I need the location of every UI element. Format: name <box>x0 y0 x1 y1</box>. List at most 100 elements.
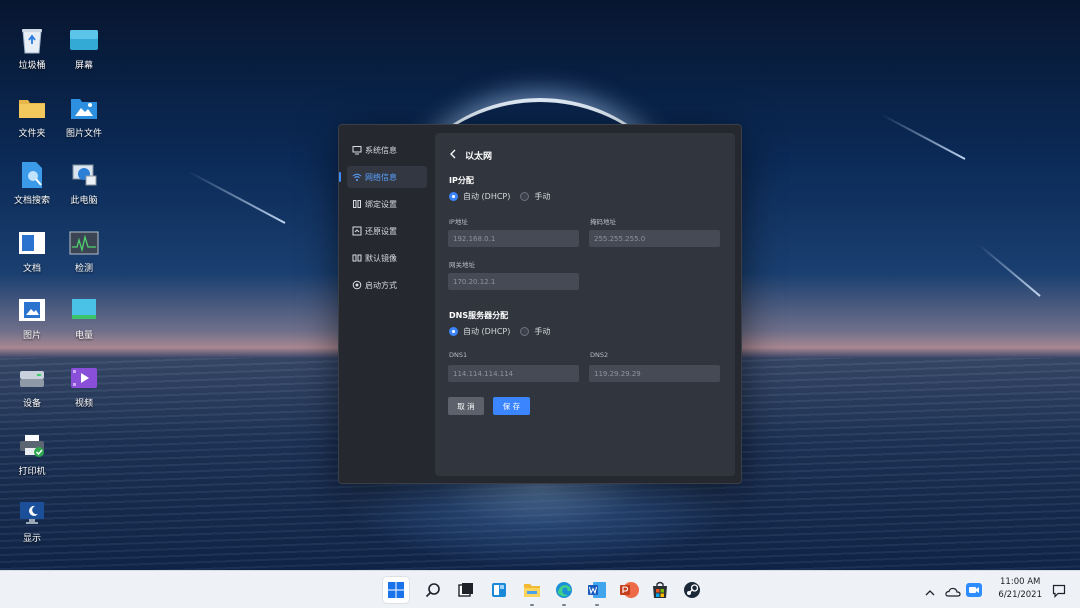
sidebar-item-label: 网络信息 <box>365 172 397 182</box>
desktop-icon-screen[interactable]: 屏幕 <box>54 26 114 71</box>
store-button[interactable] <box>647 577 673 603</box>
desktop-icon-label: 视频 <box>74 399 93 409</box>
sidebar-item-network-info[interactable]: 网络信息 <box>339 166 427 188</box>
desktop-icon-label: 文档搜索 <box>13 196 50 206</box>
powerpoint-icon <box>620 582 639 598</box>
radio-unchecked-indicator <box>520 327 530 336</box>
chevron-up-icon[interactable] <box>924 583 936 602</box>
wifi-icon <box>352 173 362 181</box>
cancel-button[interactable]: 取 消 <box>448 397 484 415</box>
desktop-icon-printer[interactable]: 打印机 <box>2 432 62 477</box>
ip-assignment-radio-group: 自动 (DHCP) 手动 <box>449 191 560 202</box>
clock[interactable]: 11:00 AM 6/21/2021 <box>998 576 1042 602</box>
picture-icon <box>17 296 47 324</box>
sidebar-item-label: 默认镜像 <box>365 253 397 263</box>
back-icon[interactable] <box>449 149 463 162</box>
gateway-address-label: 网关地址 <box>449 261 475 269</box>
desktop-icon-label: 显示 <box>22 534 41 544</box>
save-button[interactable]: 保 存 <box>493 397 530 415</box>
steam-icon <box>684 582 700 598</box>
running-indicator <box>530 604 534 606</box>
dns2-input[interactable] <box>589 365 720 382</box>
start-icon <box>388 582 404 598</box>
desktop-icon-picture-folder[interactable]: 图片文件 <box>54 94 114 139</box>
ip-address-label: IP地址 <box>449 218 468 226</box>
monitor-check-icon <box>69 229 99 257</box>
desktop-icon-recycle-bin[interactable]: 垃圾桶 <box>2 26 62 71</box>
this-pc-icon <box>69 161 99 189</box>
word-button[interactable] <box>584 577 610 606</box>
light-streak <box>187 170 286 224</box>
dns-assignment-radio-group: 自动 (DHCP) 手动 <box>449 326 560 337</box>
panel-header: 以太网 <box>449 147 492 163</box>
notification-icon[interactable] <box>1052 583 1066 602</box>
battery-icon <box>69 296 99 324</box>
desktop-icon-monitor-check[interactable]: 检测 <box>54 229 114 274</box>
radio-label: 手动 <box>534 192 551 201</box>
radio-label: 自动 (DHCP) <box>463 192 511 201</box>
ip-section-title: IP分配 <box>449 176 474 185</box>
steam-button[interactable] <box>679 577 705 603</box>
widgets-button[interactable] <box>486 577 512 603</box>
powerpoint-button[interactable] <box>616 577 642 603</box>
dns-manual-radio[interactable]: 手动 <box>520 326 550 337</box>
ip-auto-dhcp-radio[interactable]: 自动 (DHCP) <box>449 191 510 202</box>
clock-date: 6/21/2021 <box>998 590 1042 600</box>
sidebar-item-default-image[interactable]: 默认镜像 <box>347 247 427 269</box>
folder-icon <box>17 94 47 122</box>
onedrive-icon[interactable] <box>945 583 961 602</box>
sidebar-item-label: 系统信息 <box>365 145 397 155</box>
network-settings-window: 系统信息 网络信息 绑定设置 还原设置 默认镜像 启动方式 以太网 IP分配 自… <box>338 124 742 484</box>
desktop-icon-label: 垃圾桶 <box>18 61 46 71</box>
desktop-icon-device[interactable]: 设备 <box>2 364 62 409</box>
desktop-icon-label: 图片 <box>22 331 41 341</box>
dns1-input[interactable] <box>448 365 579 382</box>
desktop-icon-label: 设备 <box>22 399 41 409</box>
sidebar-item-restore-settings[interactable]: 还原设置 <box>347 220 427 242</box>
desktop-icon-display[interactable]: 显示 <box>2 499 62 544</box>
ip-manual-radio[interactable]: 手动 <box>520 191 550 202</box>
gateway-address-input[interactable] <box>448 273 579 290</box>
desktop-icon-video[interactable]: 视频 <box>54 364 114 409</box>
file-explorer-icon <box>524 584 540 597</box>
restore-icon <box>352 226 362 236</box>
page-title: 以太网 <box>465 151 493 162</box>
widgets-icon <box>492 583 506 597</box>
sidebar-item-system-info[interactable]: 系统信息 <box>347 139 427 161</box>
desktop-icon-this-pc[interactable]: 此电脑 <box>54 161 114 206</box>
radio-label: 手动 <box>534 327 551 336</box>
task-view-icon <box>458 583 473 597</box>
desktop-icon-folder[interactable]: 文件夹 <box>2 94 62 139</box>
desktop-icon-label: 此电脑 <box>70 196 98 206</box>
device-icon <box>17 364 47 392</box>
desktop-icon-picture[interactable]: 图片 <box>2 296 62 341</box>
image-icon <box>352 254 362 262</box>
desktop-icon-battery[interactable]: 电量 <box>54 296 114 341</box>
desktop-icon-label: 文档 <box>22 264 41 274</box>
dns1-label: DNS1 <box>449 351 468 359</box>
file-explorer-button[interactable] <box>519 577 545 606</box>
settings-sidebar: 系统信息 网络信息 绑定设置 还原设置 默认镜像 启动方式 <box>339 139 427 301</box>
clock-time: 11:00 AM <box>1000 577 1041 587</box>
task-view-button[interactable] <box>453 577 479 603</box>
dns2-label: DNS2 <box>590 351 609 359</box>
zoom-meeting-icon[interactable] <box>966 582 982 601</box>
start-button[interactable] <box>383 577 409 603</box>
recycle-bin-icon <box>17 26 47 54</box>
search-button[interactable] <box>420 577 446 603</box>
sidebar-item-boot-mode[interactable]: 启动方式 <box>347 274 427 296</box>
desktop-icon-document[interactable]: 文档 <box>2 229 62 274</box>
sidebar-item-label: 还原设置 <box>365 226 397 236</box>
sidebar-item-bind-settings[interactable]: 绑定设置 <box>347 193 427 215</box>
running-indicator <box>595 604 599 606</box>
desktop-icon-label: 文件夹 <box>18 129 46 139</box>
subnet-mask-input[interactable] <box>589 230 720 247</box>
document-icon <box>17 229 47 257</box>
desktop-icon-document-search[interactable]: 文档搜索 <box>2 161 62 206</box>
dns-auto-dhcp-radio[interactable]: 自动 (DHCP) <box>449 326 510 337</box>
word-icon <box>588 582 606 598</box>
running-indicator <box>562 604 566 606</box>
ip-address-input[interactable] <box>448 230 579 247</box>
edge-button[interactable] <box>551 577 577 606</box>
light-streak <box>978 243 1041 297</box>
